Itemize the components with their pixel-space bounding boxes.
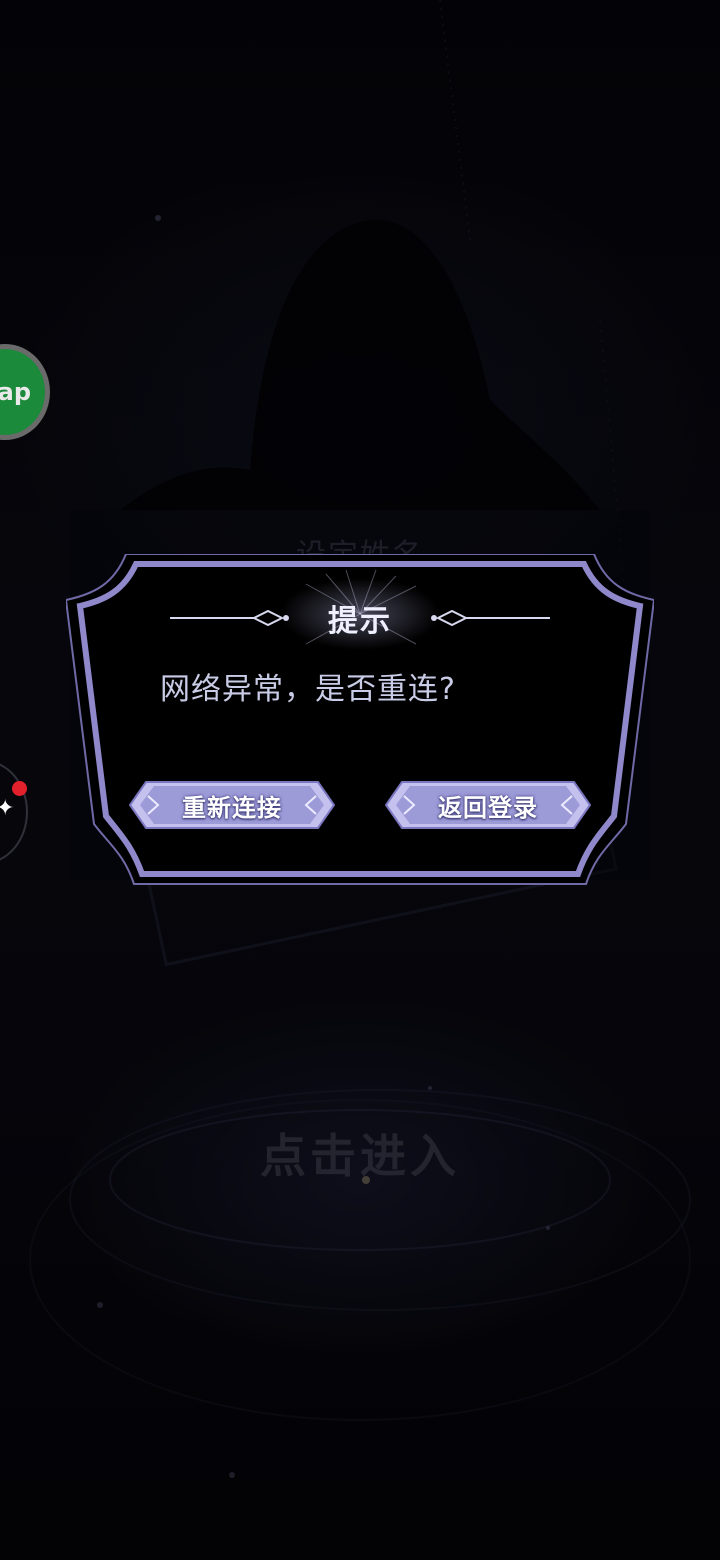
reconnect-button[interactable]: 重新连接 [128,780,336,830]
dialog-message: 网络异常，是否重连? [160,672,456,707]
dialog-title: 提示 [328,604,392,639]
reconnect-label: 重新连接 [182,793,282,822]
network-error-dialog: 提示 网络异常，是否重连? 重新连接 返回登录 [66,554,654,886]
sparkle-icon: ✦ [0,796,15,821]
back-to-login-button[interactable]: 返回登录 [384,780,592,830]
game-screen: 设定姓名 点击进入 ap ✦ [0,0,720,1560]
floating-app-label: ap [0,378,31,406]
back-to-login-label: 返回登录 [438,793,538,822]
notification-dot [12,781,27,796]
